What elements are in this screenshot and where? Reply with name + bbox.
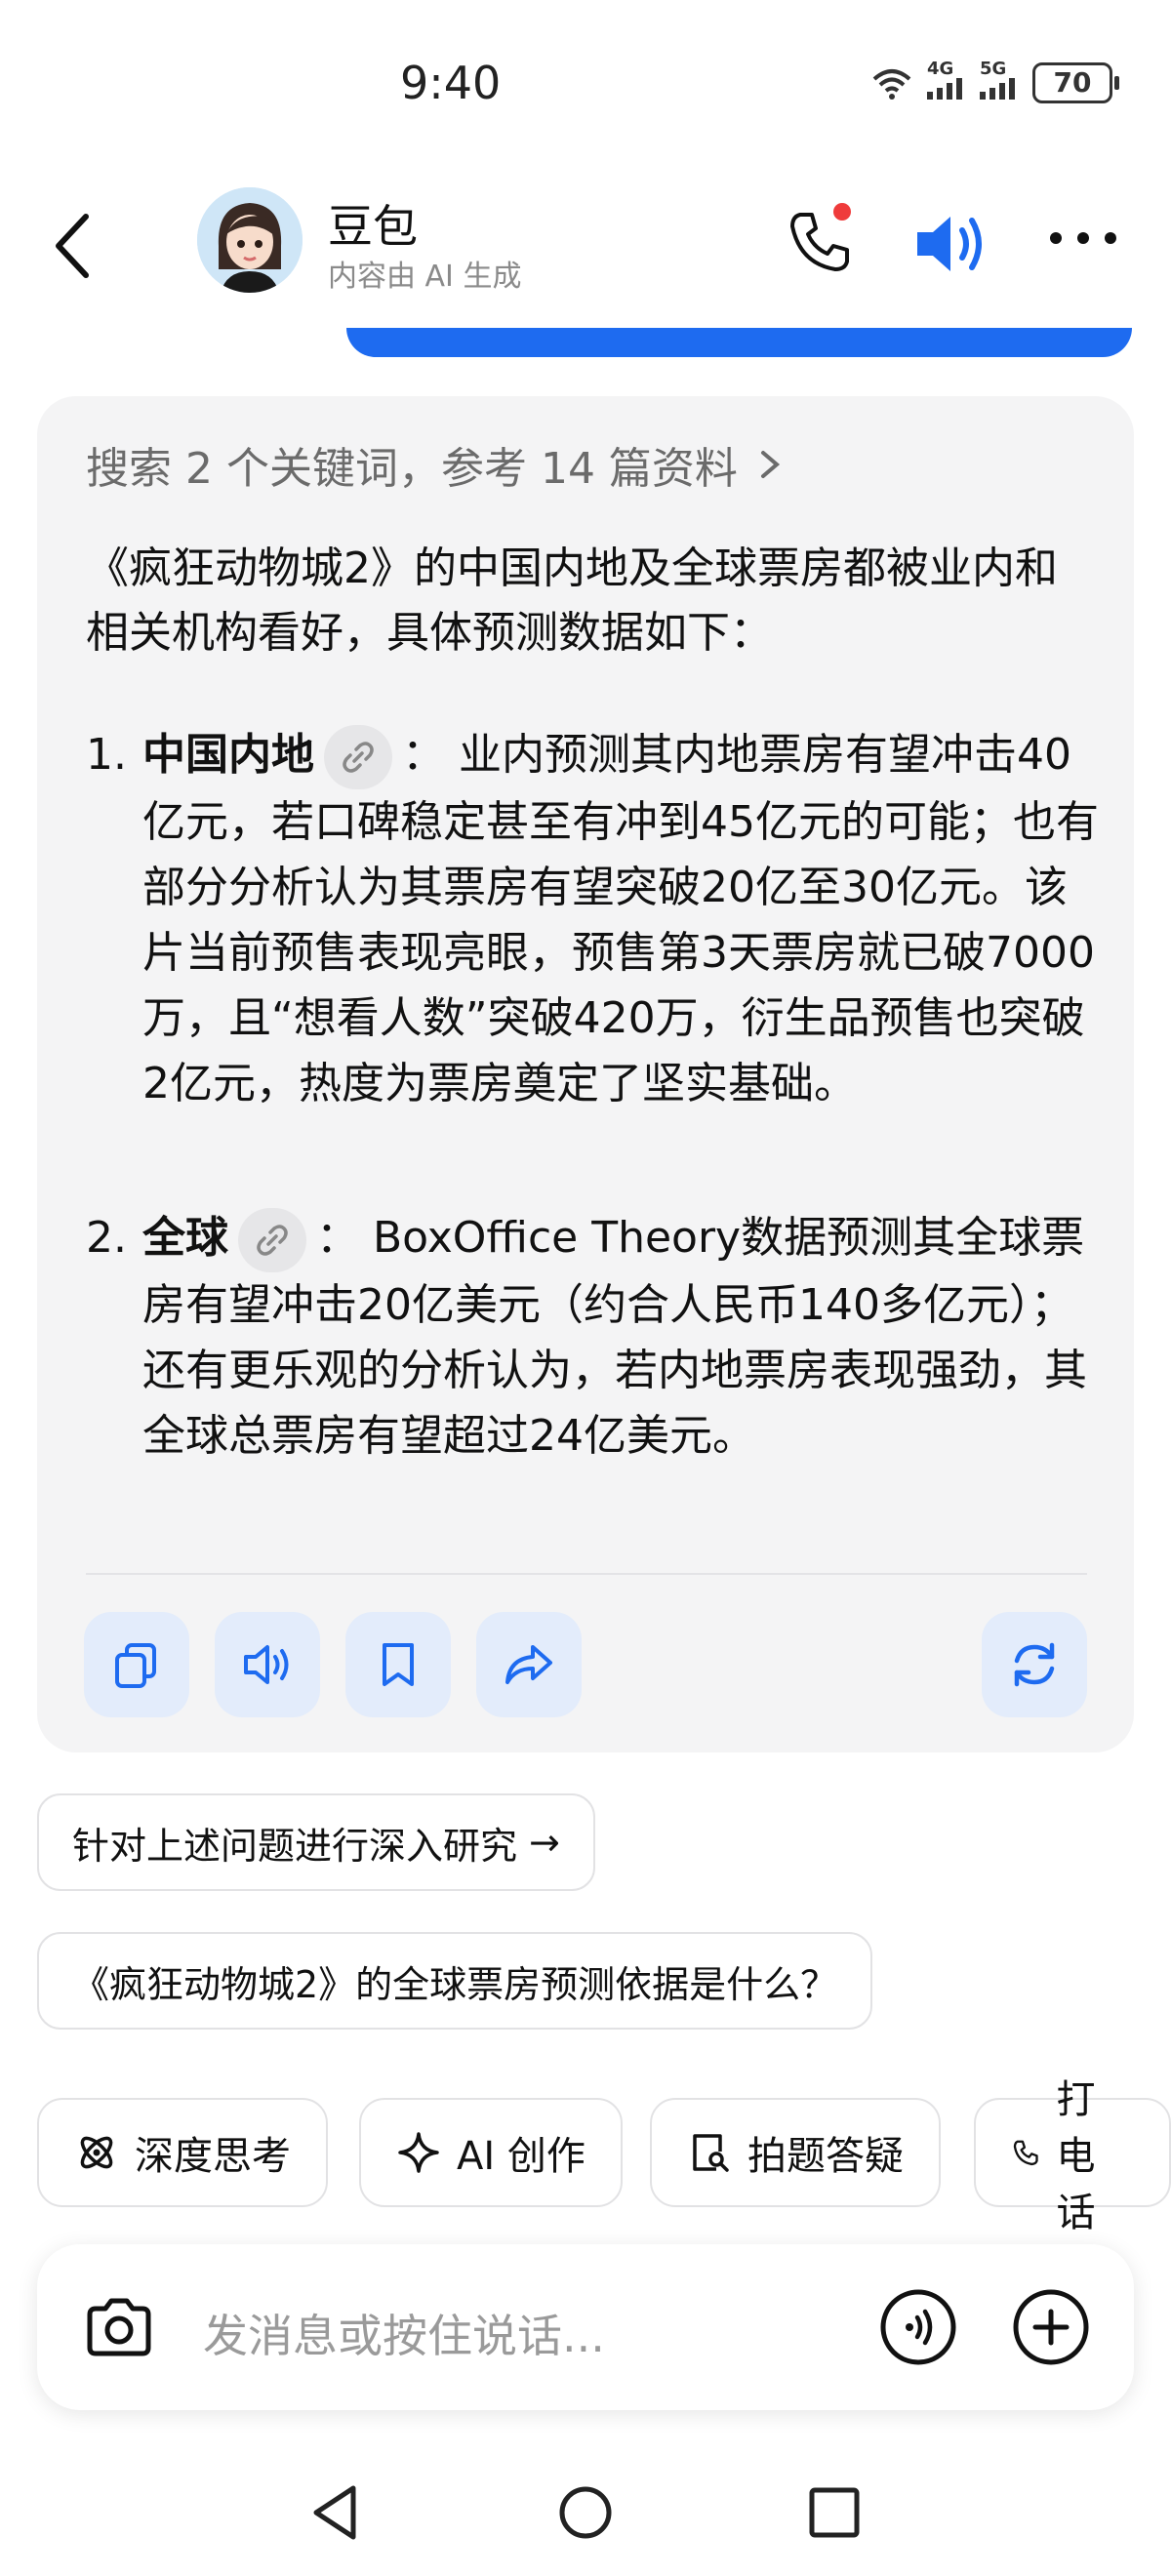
refresh-icon: [1014, 1642, 1055, 1687]
nav-home-icon[interactable]: [551, 2478, 620, 2547]
bookmark-button[interactable]: [345, 1612, 451, 1717]
list-item: 1. 中国内地 ： 业内预测其内地票房有望冲击40亿元，若口碑稳定甚至有冲到45…: [86, 722, 1101, 1116]
tool-phone-call[interactable]: 打电话: [974, 2077, 1171, 2235]
answer-intro: 《疯狂动物城2》的中国内地及全球票房都被业内和相关机构看好，具体预测数据如下：: [86, 543, 1058, 658]
tool-deep-thinking[interactable]: 深度思考: [37, 2098, 328, 2207]
list-heading: 全球: [142, 1213, 228, 1263]
signal-5g-icon: 5G: [980, 60, 1019, 104]
sparkle-icon: [398, 2132, 439, 2173]
speaker-outline-icon: [244, 1645, 289, 1684]
share-button[interactable]: [476, 1612, 582, 1717]
chevron-right-icon: [760, 451, 781, 478]
wifi-icon: [872, 68, 911, 100]
divider: [86, 1573, 1087, 1575]
list-heading: 中国内地: [142, 730, 314, 780]
atom-icon: [80, 2136, 113, 2169]
read-aloud-button[interactable]: [215, 1612, 320, 1717]
sent-message-bubble[interactable]: [346, 328, 1132, 357]
list-item: 2. 全球 ： BoxOffice Theory数据预测其全球票房有望冲击20亿…: [86, 1205, 1101, 1469]
status-bar: 9:40 4G 5G 70: [0, 0, 1171, 156]
status-time: 9:40: [400, 57, 502, 109]
chat-title: 豆包: [328, 200, 418, 253]
copy-button[interactable]: [84, 1612, 189, 1717]
tool-photo-question[interactable]: 拍题答疑: [650, 2098, 941, 2207]
avatar[interactable]: [197, 187, 303, 293]
notification-dot: [833, 203, 851, 221]
phone-icon: [1013, 2140, 1038, 2166]
back-arrow-icon[interactable]: [47, 207, 105, 285]
list-text: ： 业内预测其内地票房有望冲击40亿元，若口碑稳定甚至有冲到45亿元的可能；也有…: [142, 730, 1099, 1108]
regenerate-button[interactable]: [982, 1612, 1087, 1717]
copy-icon: [115, 1643, 156, 1688]
search-summary[interactable]: 搜索 2 个关键词，参考 14 篇资料: [86, 433, 783, 496]
doc-search-icon: [693, 2134, 729, 2172]
suggestion-deep-research[interactable]: 针对上述问题进行深入研究 →: [37, 1793, 595, 1891]
list-number: 2.: [86, 1213, 127, 1263]
camera-icon[interactable]: [80, 2289, 158, 2367]
bookmark-icon: [383, 1643, 414, 1686]
battery-icon: 70: [1032, 61, 1119, 103]
link-icon[interactable]: [324, 725, 392, 789]
chat-subtitle: 内容由 AI 生成: [328, 260, 522, 294]
plus-icon[interactable]: [1011, 2287, 1091, 2367]
more-options-icon[interactable]: [1044, 219, 1122, 258]
chat-header: 豆包 内容由 AI 生成: [0, 176, 1171, 312]
arrow-right-icon: →: [529, 1821, 560, 1864]
message-input[interactable]: 发消息或按住说话...: [203, 2301, 605, 2365]
nav-back-icon[interactable]: [303, 2478, 371, 2547]
link-icon[interactable]: [238, 1208, 306, 1272]
status-icons: 4G 5G 70: [870, 60, 1119, 104]
nav-recents-icon[interactable]: [800, 2478, 868, 2547]
suggestion-followup-question[interactable]: 《疯狂动物城2》的全球票房预测依据是什么？: [37, 1932, 873, 2030]
tool-ai-creation[interactable]: AI 创作: [359, 2098, 623, 2207]
list-number: 1.: [86, 730, 127, 780]
signal-4g-icon: 4G: [927, 60, 966, 104]
share-icon: [505, 1645, 552, 1684]
voice-input-icon[interactable]: [878, 2287, 958, 2367]
speaker-icon[interactable]: [908, 205, 995, 283]
